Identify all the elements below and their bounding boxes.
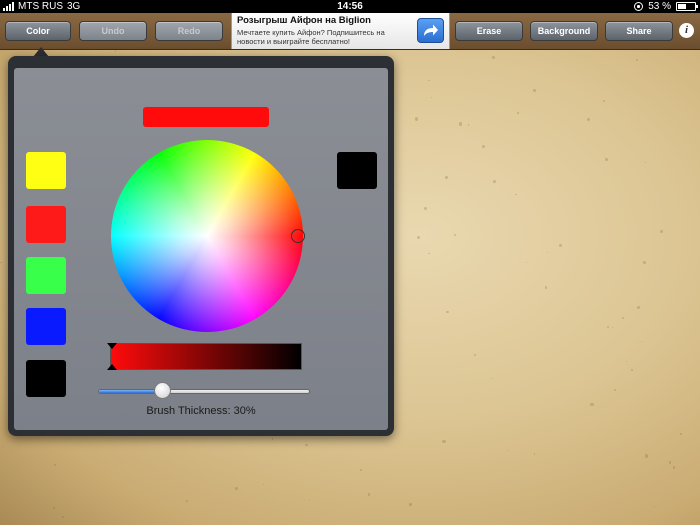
paper-speck xyxy=(533,453,536,456)
brightness-gradient-bar[interactable] xyxy=(107,343,302,370)
ad-title: Розыгрыш Айфон на Biglion xyxy=(237,15,371,26)
paper-speck xyxy=(444,175,448,179)
battery-icon xyxy=(676,2,698,11)
paper-speck xyxy=(431,96,433,98)
paper-speck xyxy=(492,56,495,60)
paper-speck xyxy=(2,445,4,447)
paper-speck xyxy=(643,261,647,265)
preset-swatch-black[interactable] xyxy=(26,360,66,397)
paper-speck xyxy=(305,444,308,447)
paper-speck xyxy=(482,144,486,148)
paper-speck xyxy=(445,310,449,314)
ad-banner[interactable]: Розыгрыш Айфон на Biglion Мечтаете купит… xyxy=(231,13,450,49)
rotation-lock-icon xyxy=(634,2,644,11)
paper-speck xyxy=(625,361,627,363)
paper-speck xyxy=(492,377,494,380)
paper-speck xyxy=(622,317,625,320)
color-wheel[interactable] xyxy=(111,140,303,332)
current-color-swatch[interactable] xyxy=(337,152,377,189)
paper-speck xyxy=(309,499,311,501)
brightness-marker-top-icon[interactable] xyxy=(107,343,117,349)
paper-speck xyxy=(428,79,431,82)
erase-button[interactable]: Erase xyxy=(455,21,523,41)
paper-speck xyxy=(586,118,590,122)
paper-speck xyxy=(607,326,610,329)
share-button[interactable]: Share xyxy=(605,21,673,41)
paper-speck xyxy=(473,354,476,357)
paper-speck xyxy=(185,499,189,503)
paper-speck xyxy=(605,158,608,161)
paper-speck xyxy=(0,261,2,264)
paper-speck xyxy=(680,432,683,435)
paper-speck xyxy=(53,464,56,466)
paper-speck xyxy=(423,206,428,211)
paper-speck xyxy=(547,251,549,253)
color-wheel-cursor[interactable] xyxy=(291,229,305,243)
background-button[interactable]: Background xyxy=(530,21,598,41)
paper-speck xyxy=(114,50,116,52)
preset-swatch-green[interactable] xyxy=(26,257,66,294)
share-arrow-icon[interactable] xyxy=(417,18,444,43)
paper-speck xyxy=(644,162,646,164)
paper-speck xyxy=(467,124,470,126)
toolbar: Color Undo Redo Розыгрыш Айфон на Biglio… xyxy=(0,13,700,50)
paper-speck xyxy=(428,252,430,255)
paper-speck xyxy=(442,439,446,444)
paper-speck xyxy=(507,450,509,452)
paper-speck xyxy=(614,389,617,392)
paper-speck xyxy=(458,122,463,126)
preset-swatch-red[interactable] xyxy=(26,206,66,243)
paper-speck xyxy=(544,286,548,289)
color-popover: Brush Thickness: 30% xyxy=(8,56,394,436)
paper-speck xyxy=(636,306,640,310)
paper-speck xyxy=(590,402,594,407)
paper-speck xyxy=(635,59,639,62)
paper-speck xyxy=(514,193,517,196)
ad-text: Мечтаете купить Айфон? Подпишитесь на но… xyxy=(237,28,385,46)
paper-speck xyxy=(558,243,562,248)
paper-speck xyxy=(533,89,536,93)
paper-speck xyxy=(367,493,370,496)
paper-speck xyxy=(526,262,528,264)
paper-speck xyxy=(653,505,655,507)
paper-speck xyxy=(52,507,55,510)
status-bar: MTS RUS 3G 14:56 53 % xyxy=(0,0,700,13)
paper-speck xyxy=(645,454,649,458)
brush-thickness-slider[interactable] xyxy=(98,389,310,394)
battery-percent: 53 % xyxy=(648,1,671,12)
paper-speck xyxy=(454,233,457,237)
paper-speck xyxy=(417,235,421,240)
paper-speck xyxy=(668,460,672,464)
paper-speck xyxy=(673,466,676,469)
brush-thickness-thumb[interactable] xyxy=(153,382,171,399)
paper-speck xyxy=(517,111,519,114)
paper-speck xyxy=(262,483,265,485)
paper-speck xyxy=(659,229,663,233)
selected-color-preview xyxy=(143,107,269,127)
paper-speck xyxy=(359,468,362,471)
paper-speck xyxy=(630,368,634,371)
color-button[interactable]: Color xyxy=(5,21,71,41)
paper-speck xyxy=(611,327,613,329)
preset-swatch-blue[interactable] xyxy=(26,308,66,345)
clock: 14:56 xyxy=(337,1,363,12)
color-picker-panel: Brush Thickness: 30% xyxy=(14,68,388,430)
paper-speck xyxy=(640,341,642,343)
paper-speck xyxy=(492,179,496,183)
redo-button[interactable]: Redo xyxy=(155,21,223,41)
brush-thickness-label: Brush Thickness: 30% xyxy=(146,405,256,417)
paper-speck xyxy=(414,117,418,121)
paper-speck xyxy=(62,515,65,518)
paper-speck xyxy=(271,438,273,440)
preset-swatch-yellow[interactable] xyxy=(26,152,66,189)
paper-speck xyxy=(409,503,413,507)
paper-speck xyxy=(602,100,605,103)
info-icon[interactable]: i xyxy=(679,23,694,38)
brightness-marker-bottom-icon[interactable] xyxy=(107,364,117,370)
paper-speck xyxy=(235,487,238,491)
undo-button[interactable]: Undo xyxy=(79,21,147,41)
